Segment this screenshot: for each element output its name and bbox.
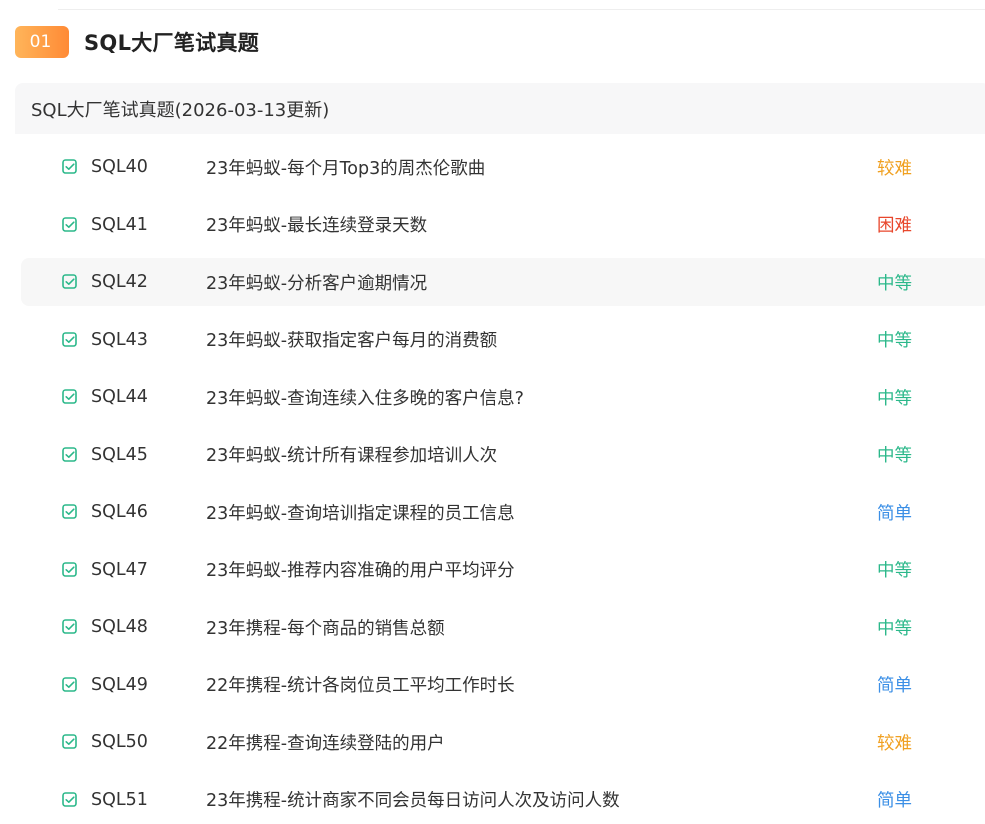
problem-id: SQL41 <box>91 214 148 235</box>
difficulty-label: 困难 <box>877 216 912 236</box>
problem-row[interactable]: SQL43 23年蚂蚁-获取指定客户每月的消费额 中等 <box>21 316 985 364</box>
difficulty-label: 较难 <box>877 158 912 179</box>
difficulty-label: 中等 <box>877 331 912 351</box>
problem-row[interactable]: SQL45 23年蚂蚁-统计所有课程参加培训人次 中等 <box>21 431 985 479</box>
problem-id: SQL42 <box>91 272 148 292</box>
difficulty-label: 中等 <box>877 561 912 581</box>
problem-row[interactable]: SQL44 23年蚂蚁-查询连续入住多晚的客户信息? 中等 <box>21 373 985 421</box>
section-header: 01 SQL大厂笔试真题 <box>15 26 259 58</box>
check-square-icon <box>62 619 77 634</box>
problem-title-link[interactable]: 23年蚂蚁-查询连续入住多晚的客户信息? <box>206 385 524 410</box>
section-title: SQL大厂笔试真题 <box>84 31 260 55</box>
problem-row[interactable]: SQL49 22年携程-统计各岗位员工平均工作时长 简单 <box>21 661 985 709</box>
difficulty-label: 较难 <box>877 733 912 754</box>
check-square-icon <box>62 389 77 404</box>
problem-id: SQL50 <box>91 732 148 752</box>
difficulty-label: 简单 <box>877 676 912 696</box>
top-divider <box>58 9 985 10</box>
check-square-icon <box>62 676 77 692</box>
problem-id: SQL44 <box>91 387 148 407</box>
check-square-icon <box>62 504 77 519</box>
check-square-icon <box>62 216 77 232</box>
problem-id: SQL40 <box>91 157 148 177</box>
problem-title-link[interactable]: 23年蚂蚁-获取指定客户每月的消费额 <box>206 327 497 352</box>
difficulty-label: 简单 <box>877 791 912 811</box>
problem-title-link[interactable]: 23年蚂蚁-统计所有课程参加培训人次 <box>206 442 497 467</box>
problem-list-card: SQL大厂笔试真题(2026-03-13更新) SQL40 23年蚂蚁-每个月To… <box>15 83 985 823</box>
difficulty-label: 中等 <box>877 446 912 466</box>
check-square-icon <box>62 734 77 749</box>
problem-id: SQL46 <box>91 502 148 522</box>
problem-title-link[interactable]: 23年蚂蚁-每个月Top3的周杰伦歌曲 <box>206 155 485 180</box>
problem-row[interactable]: SQL50 22年携程-查询连续登陆的用户 较难 <box>21 718 985 766</box>
problem-row[interactable]: SQL51 23年携程-统计商家不同会员每日访问人次及访问人数 简单 <box>21 776 985 824</box>
section-number-badge: 01 <box>15 26 69 58</box>
check-square-icon <box>62 274 77 289</box>
difficulty-label: 简单 <box>877 503 912 524</box>
difficulty-label: 中等 <box>877 388 912 409</box>
problem-row[interactable]: SQL40 23年蚂蚁-每个月Top3的周杰伦歌曲 较难 <box>21 143 985 191</box>
problem-row[interactable]: SQL42 23年蚂蚁-分析客户逾期情况 中等 <box>21 258 985 306</box>
problem-title-link[interactable]: 22年携程-统计各岗位员工平均工作时长 <box>206 672 515 697</box>
problem-id: SQL49 <box>91 674 148 695</box>
problem-id: SQL51 <box>91 789 148 810</box>
problem-title-link[interactable]: 23年蚂蚁-推荐内容准确的用户平均评分 <box>206 557 515 582</box>
check-square-icon <box>62 331 77 347</box>
check-square-icon <box>62 791 77 807</box>
difficulty-label: 中等 <box>877 273 912 294</box>
problem-row[interactable]: SQL48 23年携程-每个商品的销售总额 中等 <box>21 603 985 651</box>
problem-title-link[interactable]: 22年携程-查询连续登陆的用户 <box>206 730 445 755</box>
difficulty-label: 中等 <box>877 618 912 639</box>
problem-title-link[interactable]: 23年携程-每个商品的销售总额 <box>206 615 445 640</box>
problem-id: SQL43 <box>91 329 148 350</box>
problem-id: SQL48 <box>91 617 148 637</box>
problem-title-link[interactable]: 23年蚂蚁-查询培训指定课程的员工信息 <box>206 500 515 525</box>
problem-id: SQL45 <box>91 444 148 465</box>
check-square-icon <box>62 561 77 577</box>
problem-title-link[interactable]: 23年蚂蚁-分析客户逾期情况 <box>206 270 427 295</box>
problem-row[interactable]: SQL47 23年蚂蚁-推荐内容准确的用户平均评分 中等 <box>21 546 985 594</box>
check-square-icon <box>62 446 77 462</box>
problem-row[interactable]: SQL41 23年蚂蚁-最长连续登录天数 困难 <box>21 201 985 249</box>
check-square-icon <box>62 159 77 174</box>
problem-id: SQL47 <box>91 559 148 580</box>
problem-row[interactable]: SQL46 23年蚂蚁-查询培训指定课程的员工信息 简单 <box>21 488 985 536</box>
card-header: SQL大厂笔试真题(2026-03-13更新) <box>15 83 985 134</box>
problem-title-link[interactable]: 23年蚂蚁-最长连续登录天数 <box>206 212 427 237</box>
problem-title-link[interactable]: 23年携程-统计商家不同会员每日访问人次及访问人数 <box>206 787 620 812</box>
